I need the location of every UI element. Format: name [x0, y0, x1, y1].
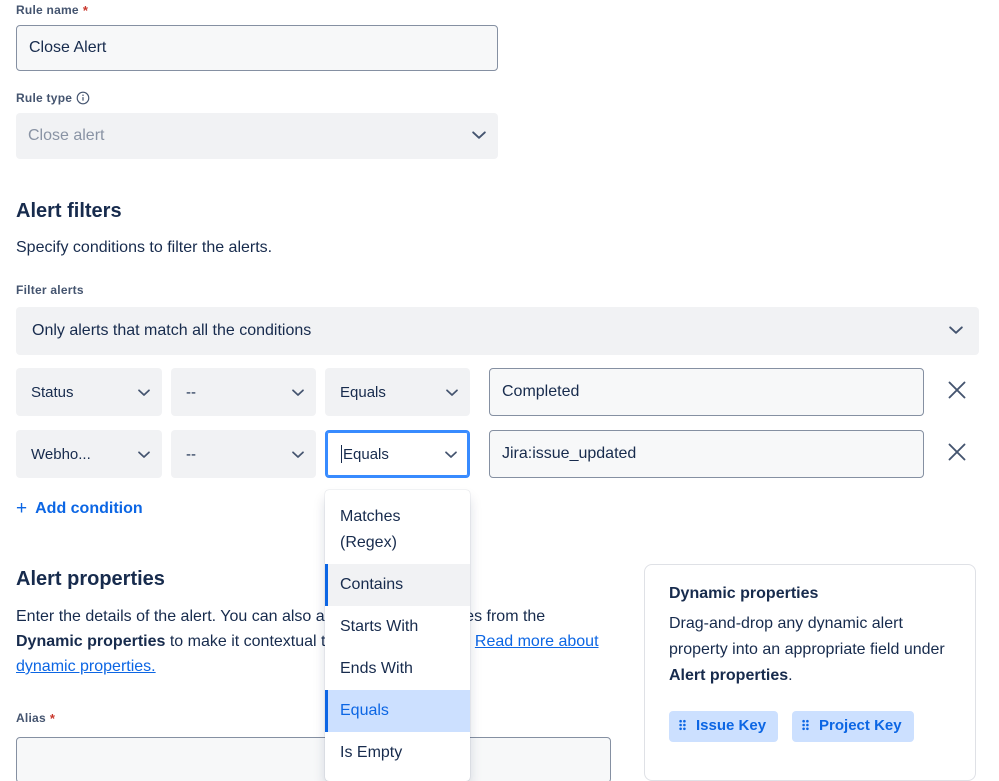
dropdown-option-matches-regex[interactable]: Matches (Regex): [325, 496, 470, 564]
condition-field-value: Status: [31, 383, 74, 401]
rule-name-input[interactable]: Close Alert: [16, 25, 498, 71]
rule-name-field-group: Rule name * Close Alert: [16, 3, 498, 71]
info-circle-icon[interactable]: [76, 91, 90, 105]
rule-type-label-text: Rule type: [16, 91, 73, 105]
rule-type-field-group: Rule type Close alert: [16, 91, 498, 159]
filter-alerts-label: Filter alerts: [16, 283, 84, 297]
chevron-down-icon: [292, 384, 304, 401]
dropdown-option-ends-with[interactable]: Ends With: [325, 648, 470, 690]
condition-value-text: Jira:issue_updated: [502, 445, 637, 462]
rule-editor-page: Rule name * Close Alert Rule type Close …: [0, 0, 999, 781]
dropdown-option-label: Ends With: [340, 660, 413, 677]
chip-label: Issue Key: [696, 717, 767, 734]
chip-label: Project Key: [819, 717, 902, 734]
dynamic-properties-card-title: Dynamic properties: [669, 585, 819, 602]
condition-row: Webho... -- Equals Jira:issue_updated: [16, 430, 973, 478]
rule-type-label: Rule type: [16, 91, 498, 105]
condition-field-select[interactable]: Status: [16, 368, 162, 416]
dynamic-property-chip[interactable]: Issue Key: [669, 711, 779, 742]
condition-field-value: Webho...: [31, 445, 91, 463]
alert-properties-description: Enter the details of the alert. You can …: [16, 604, 616, 679]
condition-key-value: --: [186, 383, 196, 401]
close-icon: [946, 379, 968, 406]
rule-type-select: Close alert: [16, 113, 498, 159]
alias-input[interactable]: [16, 737, 611, 781]
alias-label-text: Alias: [16, 711, 46, 725]
condition-key-select[interactable]: --: [171, 368, 316, 416]
alert-properties-title: Alert properties: [16, 568, 165, 590]
condition-operator-select[interactable]: Equals: [325, 368, 470, 416]
dropdown-option-label: Is Empty: [340, 744, 403, 761]
required-asterisk: *: [82, 2, 89, 18]
drag-handle-icon[interactable]: [679, 719, 686, 733]
dynamic-properties-card: Dynamic properties Drag-and-drop any dyn…: [644, 564, 976, 781]
chevron-down-icon: [949, 322, 963, 340]
remove-condition-button[interactable]: [941, 368, 973, 416]
condition-operator-value: Equals: [340, 383, 386, 401]
dynamic-properties-desc-2: .: [788, 667, 793, 684]
operator-dropdown-menu: Matches (Regex) Contains Starts With End…: [325, 490, 470, 781]
plus-icon: +: [16, 498, 28, 519]
required-asterisk: *: [49, 710, 56, 726]
chevron-down-icon: [446, 384, 458, 401]
condition-value-input[interactable]: Jira:issue_updated: [489, 430, 924, 478]
chevron-down-icon: [445, 446, 457, 463]
condition-value-input[interactable]: Completed: [489, 368, 924, 416]
condition-key-select[interactable]: --: [171, 430, 316, 478]
alias-label: Alias *: [16, 711, 55, 725]
dropdown-option-label: Matches (Regex): [340, 508, 401, 551]
add-condition-button[interactable]: + Add condition: [16, 499, 143, 518]
dropdown-option-label: Starts With: [340, 618, 419, 635]
rule-name-input-value: Close Alert: [29, 39, 107, 56]
close-icon: [946, 441, 968, 468]
filter-alerts-select[interactable]: Only alerts that match all the condition…: [16, 307, 979, 355]
condition-operator-value: Equals: [343, 445, 389, 463]
add-condition-label: Add condition: [35, 499, 143, 517]
condition-row: Status -- Equals Completed: [16, 368, 973, 416]
condition-key-value: --: [186, 445, 196, 463]
dynamic-properties-desc-bold: Alert properties: [669, 667, 789, 684]
dynamic-properties-desc-1: Drag-and-drop any dynamic alert property…: [669, 615, 945, 658]
alert-properties-bold-1: Dynamic properties: [16, 633, 166, 650]
rule-name-label-text: Rule name: [16, 3, 79, 17]
chevron-down-icon: [138, 384, 150, 401]
chevron-down-icon: [472, 127, 486, 145]
dynamic-property-chip[interactable]: Project Key: [792, 711, 914, 742]
dropdown-option-equals[interactable]: Equals: [325, 690, 470, 732]
dynamic-properties-card-description: Drag-and-drop any dynamic alert property…: [669, 611, 951, 689]
dropdown-option-label: Equals: [340, 702, 389, 719]
condition-value-text: Completed: [502, 383, 580, 400]
rule-name-label: Rule name *: [16, 3, 498, 17]
dropdown-option-is-empty[interactable]: Is Empty: [325, 732, 470, 774]
filter-alerts-selected-value: Only alerts that match all the condition…: [32, 322, 312, 339]
remove-condition-button[interactable]: [941, 430, 973, 478]
dropdown-option-label: Contains: [340, 576, 404, 593]
chevron-down-icon: [138, 446, 150, 463]
rule-type-selected-value: Close alert: [28, 127, 105, 144]
dynamic-property-chips: Issue Key Project Key: [669, 711, 951, 742]
condition-operator-select-focused[interactable]: Equals: [325, 430, 470, 478]
dropdown-option-contains[interactable]: Contains: [325, 564, 470, 606]
alert-filters-title: Alert filters: [16, 200, 122, 222]
drag-handle-icon[interactable]: [802, 719, 809, 733]
chevron-down-icon: [292, 446, 304, 463]
dropdown-option-starts-with[interactable]: Starts With: [325, 606, 470, 648]
condition-field-select[interactable]: Webho...: [16, 430, 162, 478]
alert-filters-description: Specify conditions to filter the alerts.: [16, 239, 273, 256]
text-cursor: [341, 445, 342, 463]
